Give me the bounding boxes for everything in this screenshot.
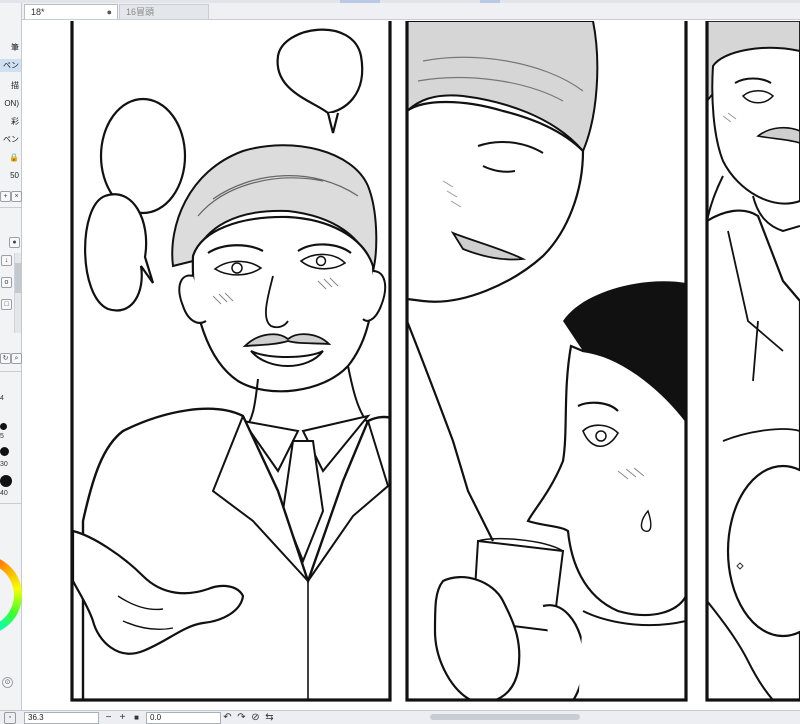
horizontal-scrollbar[interactable] — [430, 714, 580, 720]
add-layer-icon[interactable]: + — [0, 191, 11, 202]
lock-icon[interactable]: 🔒 — [0, 151, 21, 164]
rotate-left-icon[interactable]: ↶ — [222, 712, 233, 723]
brush-size-label: 4 — [0, 395, 4, 402]
delete-layer-icon[interactable]: × — [11, 191, 22, 202]
panel-left-art — [72, 28, 390, 700]
manga-canvas[interactable] — [23, 21, 800, 710]
layer-option-icon[interactable]: o — [1, 277, 12, 288]
brush-size-preset[interactable] — [0, 447, 9, 456]
clip-studio-window: 18* ● 16冒頭 筆 ペン 描 ON) 彩 ペン 🔒 50 + × ● ↓ … — [0, 0, 800, 724]
sidebar-item-brush[interactable]: 筆 — [0, 41, 21, 54]
sidebar-item-pen-2[interactable]: ペン — [0, 133, 21, 146]
tab-label: 18* — [31, 7, 45, 17]
sidebar-item-on[interactable]: ON) — [0, 97, 21, 110]
search-icon[interactable]: ⌕ — [11, 353, 22, 364]
layer-scroll-thumb[interactable] — [15, 263, 21, 293]
brush-size-label: 5 — [0, 433, 4, 440]
canvas-status-bar: ◦ 36.3 − + ■ 0.0 ↶ ↷ ⊘ ⇆ — [0, 710, 800, 724]
close-icon[interactable]: ⊙ — [2, 677, 13, 688]
tab-document-16[interactable]: 16冒頭 — [119, 4, 209, 19]
reset-rotation-icon[interactable]: ⊘ — [250, 712, 261, 723]
brush-size-preset[interactable] — [0, 475, 12, 487]
brush-size-preset[interactable] — [0, 423, 7, 430]
sidebar-item-draw[interactable]: 描 — [0, 79, 21, 92]
brush-size-label: 30 — [0, 461, 8, 468]
modified-indicator-icon: ● — [106, 7, 112, 17]
tool-property-sidebar: 筆 ペン 描 ON) 彩 ペン 🔒 50 + × ● ↓ o □ ↻ ⌕ 4 5… — [0, 3, 22, 710]
sidebar-item-pen[interactable]: ペン — [0, 59, 21, 72]
color-wheel[interactable] — [0, 555, 22, 635]
speech-bubble — [276, 28, 364, 115]
rotate-icon[interactable]: ↻ — [0, 353, 11, 364]
sidebar-divider — [0, 207, 21, 208]
navigator-icon[interactable]: ◦ — [4, 712, 16, 724]
canvas-artwork — [70, 21, 800, 702]
download-icon[interactable]: ↓ — [1, 255, 12, 266]
zoom-out-button[interactable]: − — [103, 712, 114, 723]
tab-document-18[interactable]: 18* ● — [24, 4, 118, 19]
zoom-in-button[interactable]: + — [117, 712, 128, 723]
sidebar-item-color[interactable]: 彩 — [0, 115, 21, 128]
layer-option-icon[interactable]: □ — [1, 299, 12, 310]
panel-right-art — [707, 21, 800, 700]
lock-icon[interactable]: ● — [9, 237, 20, 248]
sidebar-divider — [0, 503, 21, 504]
brush-size-label: 40 — [0, 490, 8, 497]
sidebar-value-opacity: 50 — [10, 171, 19, 180]
panel-middle-art — [407, 21, 686, 700]
document-tab-bar: 18* ● 16冒頭 — [22, 3, 800, 20]
sidebar-divider — [0, 371, 21, 372]
zoom-level-input[interactable]: 36.3 — [24, 712, 99, 724]
tab-label: 16冒頭 — [126, 7, 155, 17]
speech-bubble-tail — [326, 112, 340, 134]
fit-to-window-button[interactable]: ■ — [131, 712, 142, 723]
rotation-angle-input[interactable]: 0.0 — [146, 712, 221, 724]
flip-horizontal-icon[interactable]: ⇆ — [264, 712, 275, 723]
layer-scrollbar[interactable] — [14, 253, 21, 333]
rotate-right-icon[interactable]: ↷ — [236, 712, 247, 723]
